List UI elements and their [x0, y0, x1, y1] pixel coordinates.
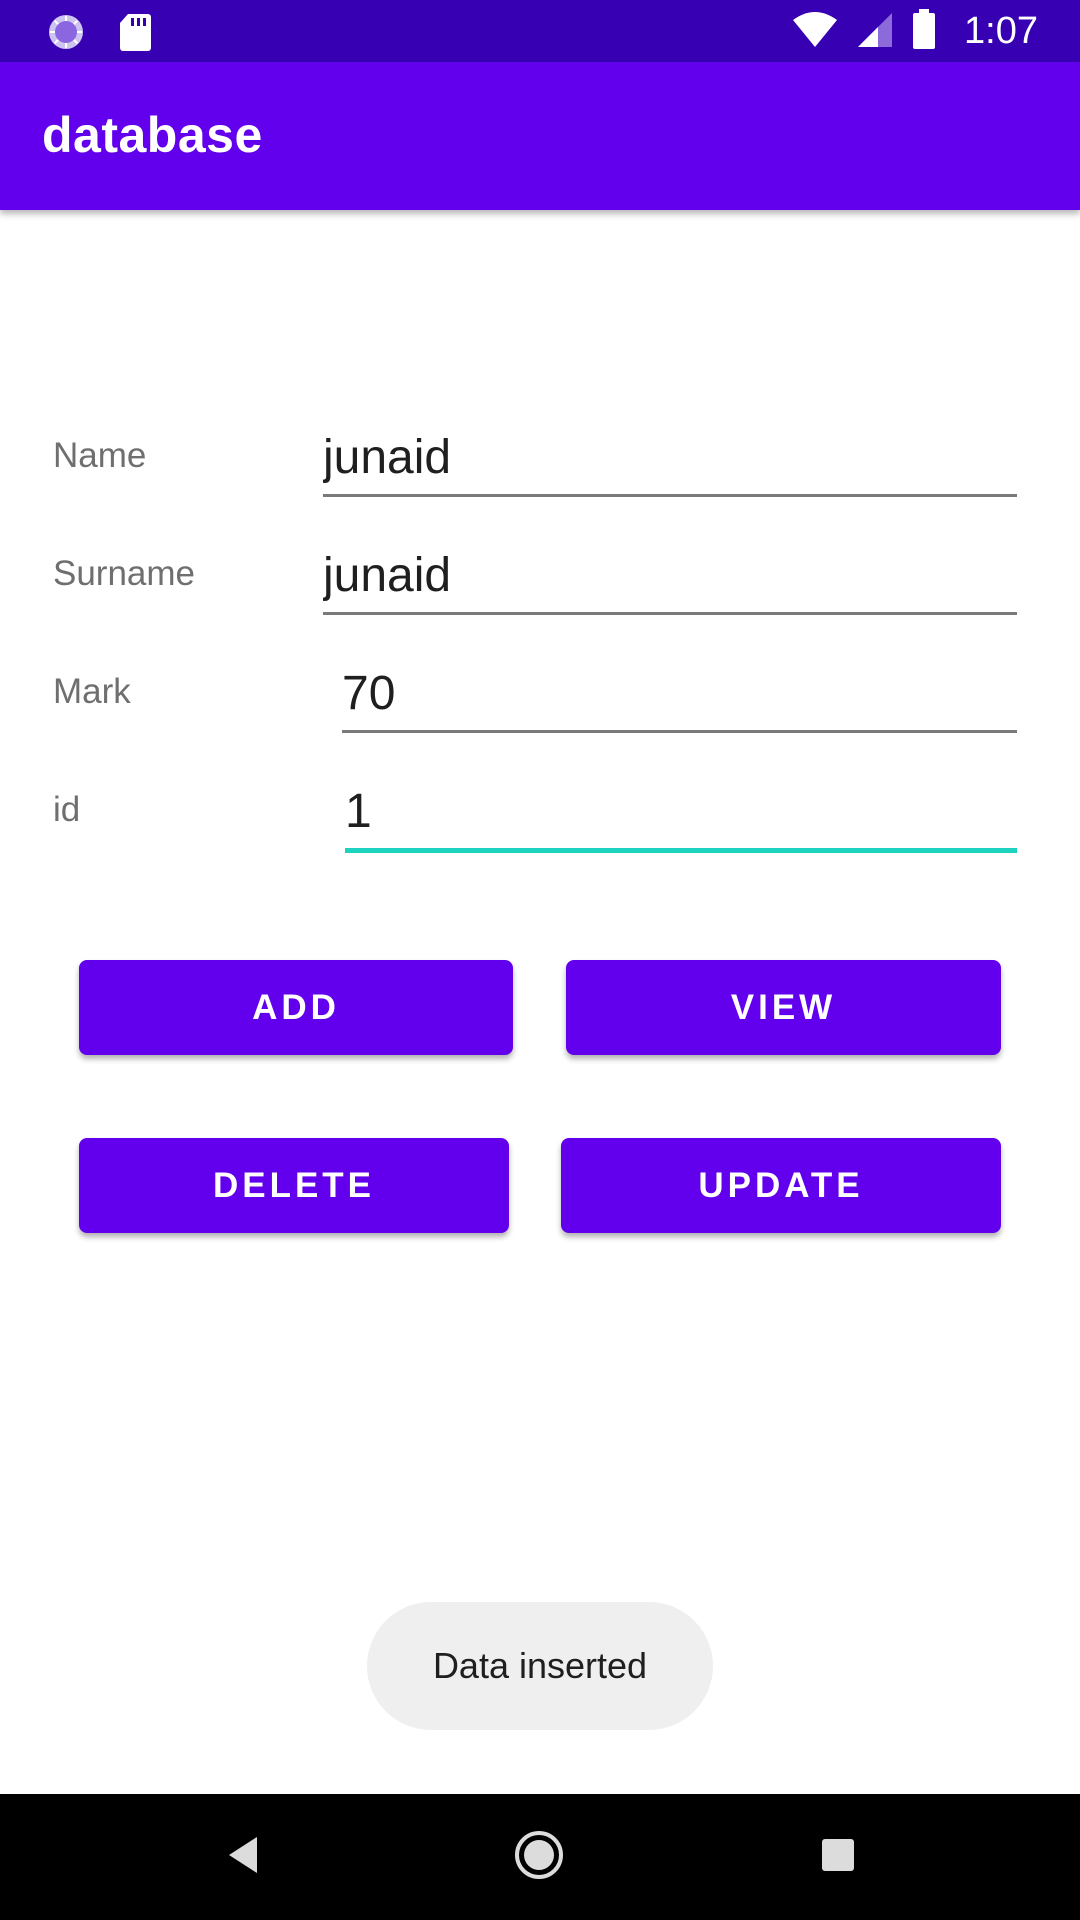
status-clock: 1:07	[964, 9, 1038, 52]
status-left-icons	[46, 12, 152, 56]
status-bar: 1:07	[0, 0, 1080, 62]
toast-message: Data inserted	[367, 1602, 713, 1730]
add-button[interactable]: ADD	[79, 960, 513, 1055]
sd-card-icon	[118, 12, 152, 56]
mark-input[interactable]	[342, 656, 1017, 733]
surname-row: Surname	[0, 528, 1080, 628]
name-row: Name	[0, 410, 1080, 510]
wifi-icon	[792, 10, 838, 52]
mark-label: Mark	[53, 672, 131, 711]
signal-icon	[856, 10, 894, 52]
surname-label: Surname	[53, 554, 196, 593]
loading-circle-icon	[46, 12, 86, 56]
recents-icon	[819, 1836, 857, 1878]
app-screen: 1:07 database Name Surname Mark id ADD V…	[0, 0, 1080, 1920]
app-title: database	[42, 107, 263, 163]
home-button[interactable]	[504, 1822, 574, 1892]
surname-input[interactable]	[323, 538, 1017, 615]
back-button[interactable]	[208, 1822, 278, 1892]
mark-row: Mark	[0, 646, 1080, 746]
id-row: id	[0, 764, 1080, 864]
update-button[interactable]: UPDATE	[561, 1138, 1001, 1233]
id-input[interactable]	[345, 774, 1017, 853]
navigation-bar	[0, 1794, 1080, 1920]
battery-icon	[912, 9, 936, 53]
id-label: id	[53, 790, 81, 829]
back-icon	[223, 1833, 263, 1881]
name-label: Name	[53, 436, 147, 475]
name-input[interactable]	[323, 420, 1017, 497]
delete-button[interactable]: DELETE	[79, 1138, 509, 1233]
status-right-icons: 1:07	[792, 0, 1038, 62]
view-button[interactable]: VIEW	[566, 960, 1001, 1055]
recents-button[interactable]	[803, 1822, 873, 1892]
home-icon	[513, 1829, 565, 1885]
app-bar: database	[0, 62, 1080, 210]
